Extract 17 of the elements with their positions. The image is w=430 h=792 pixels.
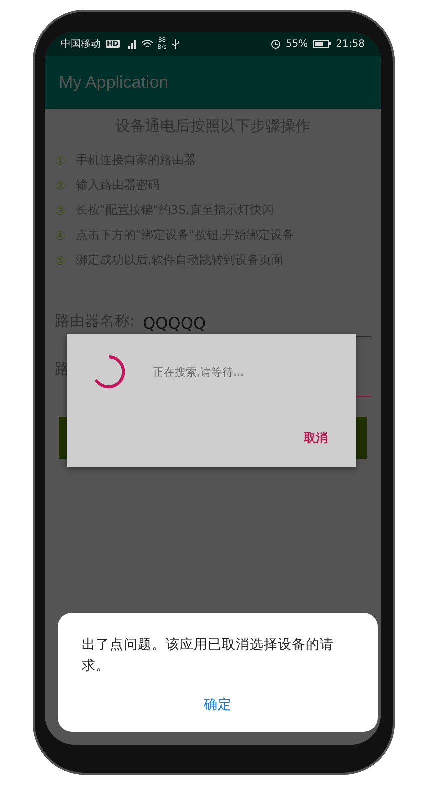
carrier: 中国移动 — [61, 38, 101, 51]
step-number: ③ — [55, 204, 66, 218]
step-number: ② — [55, 178, 66, 192]
clock: 21:58 — [336, 38, 365, 50]
step-number: ⑤ — [55, 254, 66, 268]
cancel-button[interactable]: 取消 — [298, 426, 334, 451]
battery-percent: 55% — [286, 38, 308, 50]
step-number: ① — [55, 154, 66, 168]
battery-icon — [313, 40, 332, 48]
alert-message: 出了点问题。该应用已取消选择设备的请求。 — [82, 636, 335, 676]
ok-button[interactable]: 确定 — [196, 692, 240, 718]
usb-icon — [172, 39, 179, 49]
wifi-icon — [142, 40, 153, 48]
step-number: ④ — [55, 228, 66, 242]
alarm-icon — [270, 39, 281, 49]
app-title: My Application — [59, 72, 169, 92]
progress-message: 正在搜索,请等待... — [153, 364, 244, 380]
